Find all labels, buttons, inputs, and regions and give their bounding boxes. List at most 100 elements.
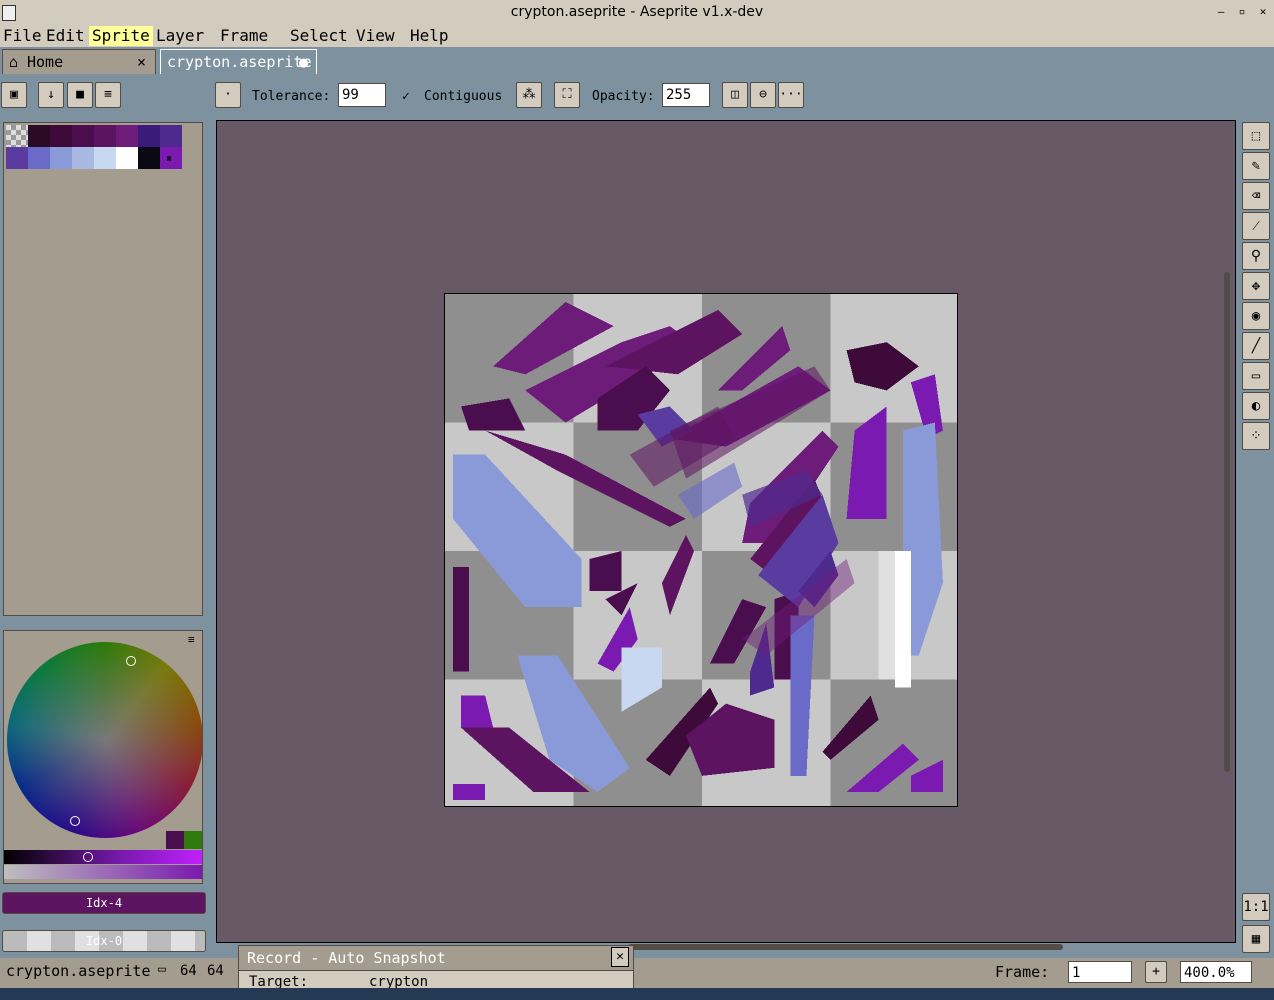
menu-layer[interactable]: Layer xyxy=(153,26,207,46)
palette-swatch-mask[interactable] xyxy=(6,125,28,147)
pencil-icon[interactable]: ✎ xyxy=(1242,152,1270,180)
palette-swatch[interactable] xyxy=(116,147,138,169)
palette-swatch[interactable] xyxy=(50,147,72,169)
title-bar: crypton.aseprite - Aseprite v1.x-dev ‒ ▫… xyxy=(0,0,1274,26)
tool-options-bar: ▣ ↓ ■ ≡ · Tolerance: 99 ✓ Contiguous ⁂ ⛶… xyxy=(0,80,1274,114)
os-taskbar xyxy=(0,988,1274,1000)
menu-edit[interactable]: Edit xyxy=(43,26,88,46)
zoom-one-to-one-button[interactable]: 1:1 xyxy=(1242,893,1270,921)
tab-home-label: Home xyxy=(27,53,64,71)
ink-mode-icon[interactable]: ◫ xyxy=(722,82,748,108)
canvas-height: 64 xyxy=(207,963,224,979)
contiguous-checkbox[interactable]: ✓ xyxy=(402,89,410,104)
paint-bucket-icon[interactable]: ◉ xyxy=(1242,302,1270,330)
hue-slider-handle[interactable] xyxy=(83,852,93,862)
menu-file[interactable]: File xyxy=(0,26,45,46)
palette-swatch[interactable] xyxy=(28,147,50,169)
eyedropper-icon[interactable]: ⁄ xyxy=(1242,212,1270,240)
brush-type-button[interactable]: · xyxy=(215,82,241,108)
sprite-canvas[interactable] xyxy=(444,293,958,807)
palette-swatch[interactable] xyxy=(138,147,160,169)
window-title: crypton.aseprite - Aseprite v1.x-dev xyxy=(510,4,764,20)
tab-crypton-label: crypton.aseprite xyxy=(167,53,312,71)
alpha-slider[interactable] xyxy=(4,865,202,879)
background-color-bar[interactable]: Idx-0 xyxy=(2,930,206,952)
stop-icon[interactable]: ■ xyxy=(67,82,93,108)
status-bar: crypton.aseprite ▭ 64 64 Frame: 1 + 400.… xyxy=(0,958,1274,988)
wheel-color-swatch[interactable] xyxy=(166,831,184,849)
tab-home[interactable]: ⌂ Home × xyxy=(2,49,156,74)
palette-swatch[interactable] xyxy=(72,147,94,169)
palette-swatch[interactable] xyxy=(6,147,28,169)
palette-swatch[interactable] xyxy=(138,125,160,147)
foreground-color-bar[interactable]: Idx-4 xyxy=(2,892,206,914)
menu-view[interactable]: View xyxy=(353,26,398,46)
opacity-input[interactable]: 255 xyxy=(662,83,710,107)
palette-swatch[interactable] xyxy=(116,125,138,147)
menu-lines-icon[interactable]: ≡ xyxy=(95,82,121,108)
home-icon: ⌂ xyxy=(9,53,19,71)
menu-help[interactable]: Help xyxy=(407,26,452,46)
pixel-connectivity-icon[interactable]: ⁂ xyxy=(516,82,542,108)
sprite-art xyxy=(445,294,957,806)
maximize-button[interactable]: ▫ xyxy=(1233,4,1251,20)
record-header: Record - Auto Snapshot ✕ xyxy=(239,946,633,971)
blur-icon[interactable]: ◐ xyxy=(1242,392,1270,420)
sprite-editor[interactable] xyxy=(216,120,1236,943)
spray-icon[interactable]: ⁘ xyxy=(1242,422,1270,450)
menu-bar: File Edit Sprite Layer Frame Select View… xyxy=(0,25,1274,47)
down-arrow-icon[interactable]: ↓ xyxy=(38,82,64,108)
palette-options-icon[interactable]: ⏸ xyxy=(166,151,172,166)
wheel-color-swatch[interactable] xyxy=(184,831,202,849)
vertical-scroll-thumb[interactable] xyxy=(1224,272,1230,772)
palette-swatch[interactable] xyxy=(94,125,116,147)
tolerance-input[interactable]: 99 xyxy=(338,83,386,107)
timeline-icon[interactable]: ▦ xyxy=(1242,925,1270,953)
status-filename: crypton.aseprite xyxy=(6,962,151,980)
frame-input[interactable]: 1 xyxy=(1068,961,1132,983)
wheel-handle[interactable] xyxy=(70,816,80,826)
opacity-label: Opacity: xyxy=(592,89,655,104)
palette-swatch[interactable] xyxy=(160,125,182,147)
zoom-input[interactable]: 400.0% xyxy=(1180,961,1252,983)
fill-mode-icon[interactable]: ⛶ xyxy=(554,82,580,108)
palette-swatch[interactable] xyxy=(28,125,50,147)
contiguous-label: Contiguous xyxy=(424,89,503,104)
menu-frame[interactable]: Frame xyxy=(217,26,271,46)
menu-sprite[interactable]: Sprite xyxy=(89,26,153,46)
color-wheel[interactable] xyxy=(7,642,202,838)
palette-swatch[interactable] xyxy=(50,125,72,147)
tab-close-icon[interactable]: × xyxy=(137,50,146,74)
palette-swatch[interactable] xyxy=(72,125,94,147)
vertical-scrollbar[interactable] xyxy=(1222,122,1232,940)
rectangular-marquee-icon[interactable]: ⬚ xyxy=(1242,122,1270,150)
wheel-options-icon[interactable]: ≡ xyxy=(188,633,195,646)
palette-panel: ⏸ xyxy=(3,122,203,616)
menu-select[interactable]: Select xyxy=(287,26,351,46)
move-icon[interactable]: ✥ xyxy=(1242,272,1270,300)
frame-label: Frame: xyxy=(995,963,1050,981)
canvas-size-icon: ▭ xyxy=(158,962,166,977)
wheel-handle[interactable] xyxy=(126,656,136,666)
tolerance-label: Tolerance: xyxy=(252,89,331,104)
palette-swatch[interactable] xyxy=(94,147,116,169)
eraser-icon[interactable]: ⌫ xyxy=(1242,182,1270,210)
minimize-button[interactable]: ‒ xyxy=(1212,4,1230,20)
canvas-width: 64 xyxy=(180,963,197,979)
more-options-button[interactable]: ··· xyxy=(778,82,804,108)
tools-column: ⬚ ✎ ⌫ ⁄ ⚲ ✥ ◉ ╱ ▭ ◐ ⁘ xyxy=(1240,118,1272,458)
tab-bar: ⌂ Home × crypton.aseprite ● xyxy=(0,49,1274,75)
tab-crypton[interactable]: crypton.aseprite ● xyxy=(160,49,317,74)
zoom-icon[interactable]: ⚲ xyxy=(1242,242,1270,270)
close-window-button[interactable]: ✕ xyxy=(1254,4,1272,20)
symmetry-icon[interactable]: ⊖ xyxy=(750,82,776,108)
record-title: Record - Auto Snapshot xyxy=(247,949,446,967)
close-icon[interactable]: ✕ xyxy=(611,947,629,967)
rectangle-icon[interactable]: ▭ xyxy=(1242,362,1270,390)
modified-dot-icon: ● xyxy=(299,53,309,71)
lock-icon[interactable]: ▣ xyxy=(1,82,27,108)
hue-slider[interactable] xyxy=(4,850,202,864)
horizontal-scroll-thumb[interactable] xyxy=(628,944,1063,950)
add-frame-button[interactable]: + xyxy=(1145,961,1167,983)
line-icon[interactable]: ╱ xyxy=(1242,332,1270,360)
